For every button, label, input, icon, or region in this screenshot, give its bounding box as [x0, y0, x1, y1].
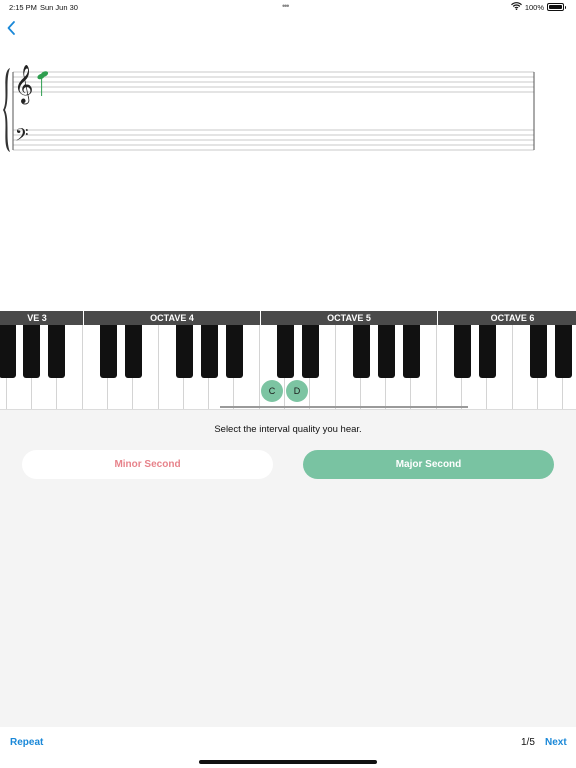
chevron-left-icon — [7, 21, 15, 35]
bass-clef-icon: 𝄢 — [15, 125, 29, 149]
note-marker-c: C — [261, 380, 283, 402]
keyboard-scrollbar[interactable] — [220, 406, 468, 408]
wifi-icon — [510, 2, 522, 12]
treble-clef-icon: 𝄞 — [14, 64, 34, 105]
status-date: Sun Jun 30 — [40, 3, 78, 12]
question-prompt: Select the interval quality you hear. — [214, 424, 362, 435]
bass-staff-lines — [13, 129, 534, 151]
status-indicators: 100% — [510, 2, 566, 12]
status-bar: 2:15 PM Sun Jun 30 ••• 100% — [0, 0, 576, 14]
treble-staff-lines — [13, 71, 534, 93]
multitasking-dots[interactable]: ••• — [282, 1, 290, 11]
piano-black-key[interactable] — [403, 325, 420, 378]
piano-black-key[interactable] — [277, 325, 294, 378]
piano-black-key[interactable] — [0, 325, 16, 378]
note-marker-d: D — [286, 380, 308, 402]
piano-black-key[interactable] — [100, 325, 117, 378]
back-button[interactable] — [4, 18, 20, 38]
piano-black-key[interactable] — [353, 325, 370, 378]
piano-black-key[interactable] — [201, 325, 218, 378]
piano-black-key[interactable] — [176, 325, 193, 378]
piano-black-key[interactable] — [48, 325, 65, 378]
brace-icon — [3, 68, 10, 152]
minor-second-button[interactable]: Minor Second — [22, 450, 273, 479]
home-indicator[interactable] — [199, 760, 377, 764]
piano-black-key[interactable] — [479, 325, 496, 378]
battery-percent: 100% — [524, 2, 544, 12]
piano-black-key[interactable] — [555, 325, 572, 378]
piano-black-key[interactable] — [125, 325, 142, 378]
piano-black-key[interactable] — [378, 325, 395, 378]
footer-toolbar: Repeat 1/5 Next — [0, 727, 576, 768]
piano-black-key[interactable] — [454, 325, 471, 378]
battery-icon — [547, 3, 566, 11]
octave-6-header: OCTAVE 6 — [437, 311, 576, 325]
major-second-button[interactable]: Major Second — [303, 450, 554, 479]
octave-4-header: OCTAVE 4 — [83, 311, 260, 325]
octave-3-header: VE 3 — [0, 311, 83, 325]
octave-5-header: OCTAVE 5 — [260, 311, 437, 325]
piano-black-key[interactable] — [530, 325, 547, 378]
next-button[interactable]: Next — [545, 737, 567, 748]
piano-black-key[interactable] — [226, 325, 243, 378]
progress-counter: 1/5 — [521, 737, 535, 748]
piano-black-key[interactable] — [23, 325, 40, 378]
repeat-button[interactable]: Repeat — [10, 737, 43, 748]
piano-black-key[interactable] — [302, 325, 319, 378]
piano-keyboard[interactable]: VE 3 OCTAVE 4 OCTAVE 5 OCTAVE 6 C D — [0, 311, 576, 410]
grand-staff: 𝄞 𝄢 — [3, 64, 535, 152]
status-time: 2:15 PM — [9, 3, 37, 12]
answer-panel: Select the interval quality you hear. Mi… — [0, 410, 576, 727]
